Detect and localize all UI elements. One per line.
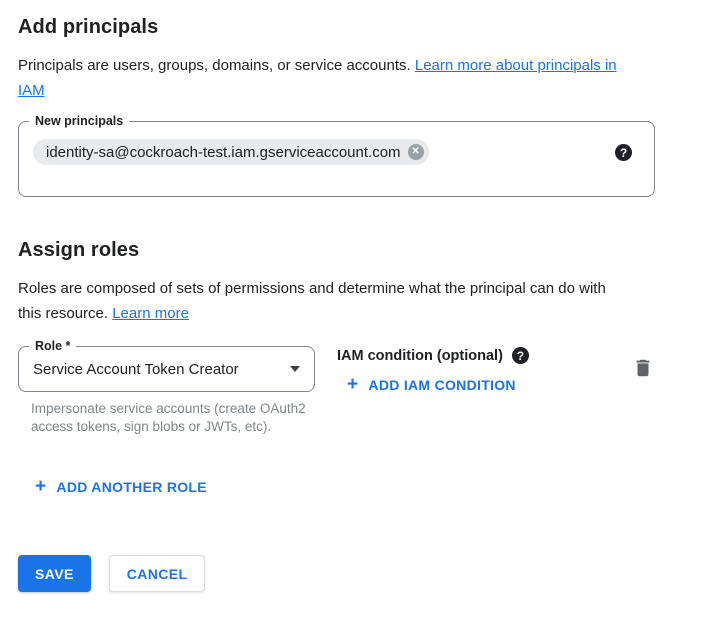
role-select[interactable]: Role * Service Account Token Creator [18,346,315,392]
roles-description-text: Roles are composed of sets of permission… [18,280,606,322]
roles-description: Roles are composed of sets of permission… [18,276,618,326]
plus-icon: + [35,480,46,494]
chip-remove-icon[interactable]: ✕ [408,144,424,160]
role-column: Role * Service Account Token Creator Imp… [18,346,315,435]
cancel-button[interactable]: CANCEL [109,555,206,592]
dropdown-arrow-icon [290,366,300,372]
role-label: Role * [29,338,76,354]
plus-icon: + [347,378,358,392]
action-buttons: SAVE CANCEL [18,555,655,592]
save-button[interactable]: SAVE [18,555,91,592]
role-row: Role * Service Account Token Creator Imp… [18,346,655,435]
panel-content: Add principals Principals are users, gro… [18,14,655,592]
add-iam-condition-button[interactable]: + ADD IAM CONDITION [339,373,524,397]
iam-condition-label: IAM condition (optional) [337,348,503,364]
iam-condition-column: IAM condition (optional) ? + ADD IAM CON… [337,346,529,435]
add-iam-condition-label: ADD IAM CONDITION [368,377,515,393]
learn-more-roles-link[interactable]: Learn more [112,305,189,322]
role-selected-value: Service Account Token Creator [33,361,239,378]
new-principals-label: New principals [29,113,129,129]
add-principals-panel: Add principals Principals are users, gro… [0,0,713,592]
role-helper-text: Impersonate service accounts (create OAu… [31,400,315,435]
principals-description: Principals are users, groups, domains, o… [18,53,646,103]
new-principals-help-icon[interactable]: ? [615,144,632,161]
add-another-role-label: ADD ANOTHER ROLE [56,479,207,495]
iam-condition-help-icon[interactable]: ? [512,347,529,364]
add-another-role-button[interactable]: + ADD ANOTHER ROLE [27,475,215,499]
iam-condition-label-row: IAM condition (optional) ? [337,347,529,364]
principal-chip[interactable]: identity-sa@cockroach-test.iam.gservicea… [33,139,429,165]
principals-description-text: Principals are users, groups, domains, o… [18,57,411,74]
new-principals-field[interactable]: New principals identity-sa@cockroach-tes… [18,121,655,197]
principal-chip-text: identity-sa@cockroach-test.iam.gservicea… [46,144,401,161]
trash-icon [632,357,654,379]
delete-column [631,346,655,435]
assign-roles-title: Assign roles [18,237,655,263]
delete-role-button[interactable] [631,356,655,380]
page-title: Add principals [18,14,655,40]
